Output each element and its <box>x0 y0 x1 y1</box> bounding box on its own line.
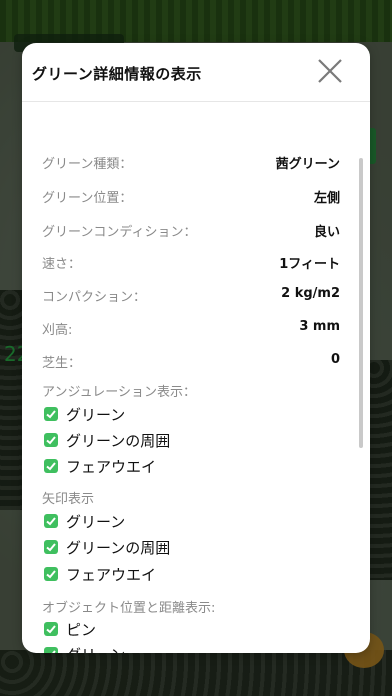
modal-header: グリーン詳細情報の表示 <box>22 43 370 102</box>
checkbox-label: フェアウエイ <box>66 458 157 476</box>
detail-label: グリーン位置： <box>42 191 133 206</box>
checkbox-label: グリーンの周囲 <box>66 539 171 557</box>
checkbox-label: グリーンの周囲 <box>66 432 171 450</box>
checkbox-undulation-green[interactable]: グリーン <box>44 404 324 426</box>
section-object-title: オブジェクト位置と距離表示: <box>42 601 216 616</box>
detail-value: 0 <box>330 352 340 367</box>
checkmark-icon <box>44 567 58 581</box>
section-undulation-title: アンジュレーション表示： <box>42 385 197 400</box>
checkmark-icon <box>44 407 58 421</box>
detail-value: 3 mm <box>299 319 340 334</box>
detail-row-turf: 芝生： 0 <box>42 350 340 371</box>
checkbox-label: グリーン <box>66 406 126 424</box>
section-arrow-title: 矢印表示 <box>42 492 95 507</box>
detail-label: 速さ： <box>42 257 82 272</box>
checkbox-undulation-fairway[interactable]: フェアウエイ <box>44 456 324 478</box>
modal-title: グリーン詳細情報の表示 <box>32 65 202 83</box>
green-details-modal: グリーン詳細情報の表示 グリーン種類： 茜グリーン グリーン位置： 左側 グリー… <box>22 43 370 653</box>
detail-row-compaction: コンパクション： 2 kg/m2 <box>42 284 340 305</box>
checkbox-label: グリーン <box>66 513 126 531</box>
checkmark-icon <box>44 540 58 554</box>
detail-label: 芝生： <box>42 356 82 371</box>
checkbox-label: フェアウエイ <box>66 566 157 584</box>
close-icon <box>318 59 342 83</box>
detail-row-speed: 速さ： 1フィート <box>42 251 340 272</box>
checkbox-arrow-green[interactable]: グリーン <box>44 511 324 533</box>
checkbox-undulation-green-surround[interactable]: グリーンの周囲 <box>44 430 324 452</box>
close-button[interactable] <box>312 55 348 89</box>
checkbox-label: ピン <box>66 621 97 639</box>
detail-row-green-condition: グリーンコンディション： 良い <box>42 219 340 240</box>
checkbox-object-green[interactable]: グリーン <box>44 644 324 653</box>
detail-value: 茜グリーン <box>275 157 340 172</box>
detail-label: グリーン種類： <box>42 157 133 172</box>
detail-label: 刈高: <box>42 323 73 338</box>
detail-label: グリーンコンディション： <box>42 225 197 240</box>
checkmark-icon <box>44 433 58 447</box>
checkbox-arrow-green-surround[interactable]: グリーンの周囲 <box>44 537 324 559</box>
checkmark-icon <box>44 459 58 473</box>
checkmark-icon <box>44 514 58 528</box>
checkmark-icon <box>44 647 58 653</box>
detail-row-green-type: グリーン種類： 茜グリーン <box>42 151 340 172</box>
scrollbar[interactable] <box>359 158 363 448</box>
checkbox-arrow-fairway[interactable]: フェアウエイ <box>44 564 324 586</box>
detail-value: 左側 <box>313 191 340 206</box>
modal-content[interactable]: グリーン種類： 茜グリーン グリーン位置： 左側 グリーンコンディション： 良い… <box>22 101 370 653</box>
checkbox-label: グリーン <box>66 644 125 653</box>
detail-value: 2 kg/m2 <box>281 286 340 301</box>
checkbox-object-pin[interactable]: ピン <box>44 619 324 641</box>
checkmark-icon <box>44 622 58 636</box>
detail-value: 良い <box>313 225 340 240</box>
detail-row-cut-height: 刈高: 3 mm <box>42 317 340 338</box>
detail-value: 1フィート <box>279 257 340 272</box>
detail-row-green-position: グリーン位置： 左側 <box>42 185 340 206</box>
detail-label: コンパクション： <box>42 290 147 305</box>
